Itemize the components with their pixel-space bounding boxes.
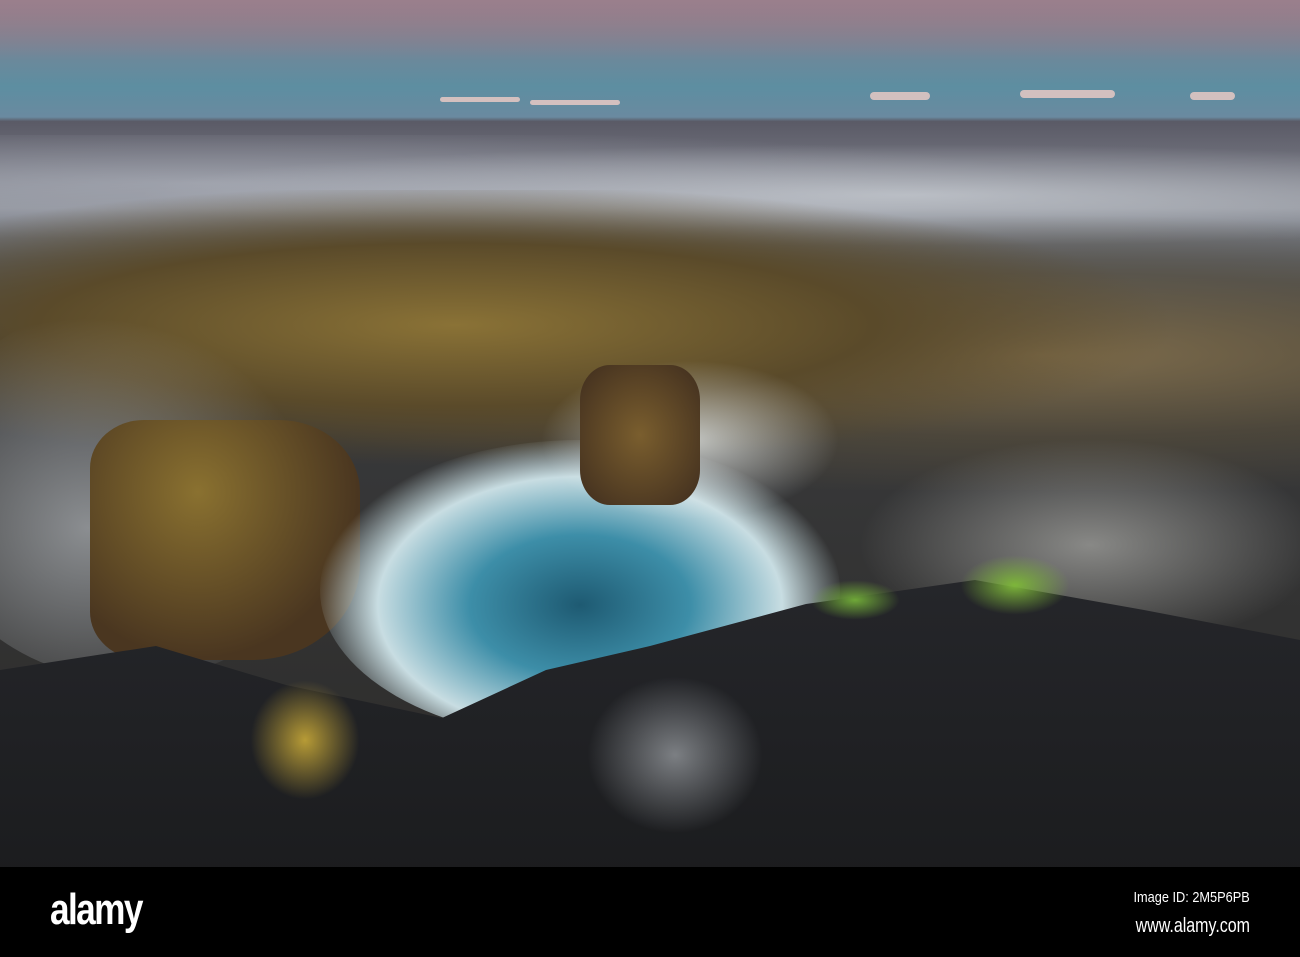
center-rock — [580, 365, 700, 505]
cloud — [440, 97, 520, 102]
tide-puddle — [580, 670, 770, 840]
green-algae — [810, 580, 900, 620]
cloud — [1020, 90, 1115, 98]
sunset-sky — [0, 0, 1300, 60]
cloud — [530, 100, 620, 105]
cloud — [1190, 92, 1235, 100]
cloud — [870, 92, 930, 100]
alamy-logo: alamy — [50, 885, 143, 934]
site-url: www.alamy.com — [1135, 915, 1250, 937]
watermark-footer: alamy Image ID: 2M5P6PB www.alamy.com — [0, 867, 1300, 957]
green-algae — [960, 555, 1070, 615]
mossy-rock — [90, 420, 360, 660]
seascape-blowhole-photo — [0, 0, 1300, 867]
stock-photo-page: alamy Image ID: 2M5P6PB www.alamy.com — [0, 0, 1300, 957]
yellow-moss — [250, 680, 360, 800]
image-id: Image ID: 2M5P6PB — [1133, 889, 1250, 906]
